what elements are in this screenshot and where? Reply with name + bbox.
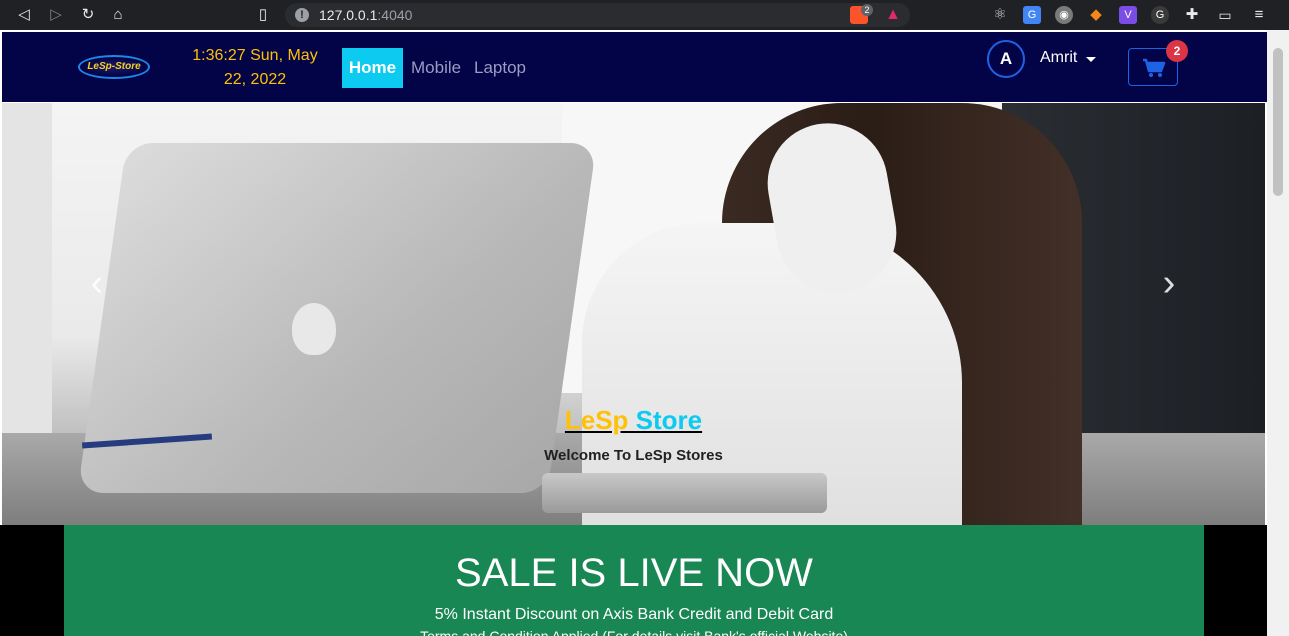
nav-laptop-link[interactable]: Laptop [474,48,526,88]
menu-icon[interactable]: ≡ [1250,6,1268,24]
cart-count-badge: 2 [1166,40,1188,62]
extension-face-icon[interactable]: ◉ [1055,6,1073,24]
sale-banner: SALE IS LIVE NOW 5% Instant Discount on … [64,525,1204,636]
scrollbar-thumb[interactable] [1273,48,1283,196]
url-text: 127.0.0.1:4040 [319,7,412,23]
rewards-icon[interactable]: ▲ [884,6,902,24]
grammar-icon[interactable]: G [1151,6,1169,24]
sale-terms-text: Terms and Condition Applied (For details… [420,628,848,636]
wallet-icon[interactable]: ▭ [1216,6,1234,24]
back-icon[interactable]: ◁ [14,5,34,25]
caret-down-icon[interactable] [1086,57,1096,62]
page-viewport: LeSp-Store 1:36:27 Sun, May 22, 2022 Hom… [0,30,1289,636]
carousel-next-icon[interactable]: › [1154,263,1184,303]
user-dropdown-toggle[interactable]: Amrit [1040,49,1077,67]
hero-bg-printer [2,103,52,433]
hero-carousel: ‹ › LeSp Store Welcome To LeSp Stores [2,103,1265,525]
url-host: 127.0.0.1 [319,7,378,23]
clock-date: 22, 2022 [223,71,287,88]
info-icon[interactable]: ! [295,8,309,22]
browser-toolbar: ◁ ▷ ↻ ⌂ ▯ ! 127.0.0.1:4040 2 ▲ ⚛ G ◉ ◆ V… [0,0,1289,30]
forward-icon[interactable]: ▷ [46,5,66,25]
user-avatar[interactable]: A [987,40,1025,78]
site-navbar: LeSp-Store 1:36:27 Sun, May 22, 2022 Hom… [0,32,1267,102]
carousel-prev-icon[interactable]: ‹ [82,263,112,303]
clock-time: 1:36:27 Sun, May [192,47,318,64]
hero-subtitle: Welcome To LeSp Stores [544,447,723,464]
hero-title[interactable]: LeSp Store [2,405,1265,436]
address-bar[interactable]: ! 127.0.0.1:4040 [285,3,910,27]
store-logo[interactable]: LeSp-Store [78,55,150,79]
logo-text: LeSp-Store [87,61,141,72]
sale-heading: SALE IS LIVE NOW [455,551,813,595]
sale-offer-text: 5% Instant Discount on Axis Bank Credit … [434,606,834,623]
reload-icon[interactable]: ↻ [78,5,98,25]
bookmark-icon[interactable]: ▯ [253,5,273,25]
react-devtools-icon[interactable]: ⚛ [991,6,1009,24]
vpn-icon[interactable]: V [1119,6,1137,24]
live-clock: 1:36:27 Sun, May 22, 2022 [180,44,330,92]
nav-home-link[interactable]: Home [342,48,403,88]
shield-count-badge: 2 [861,4,873,16]
hero-title-part2: Store [628,405,703,435]
metamask-icon[interactable]: ◆ [1087,6,1105,24]
hero-title-part1: LeSp [564,405,629,435]
url-port: :4040 [377,7,413,23]
apple-logo-icon [292,303,336,355]
page-scrollbar[interactable] [1267,30,1289,636]
hero-laptop-base [542,473,827,513]
home-icon[interactable]: ⌂ [108,5,128,25]
extensions-puzzle-icon[interactable]: ✚ [1183,6,1201,24]
cart-icon [1143,58,1166,77]
translate-icon[interactable]: G [1023,6,1041,24]
nav-mobile-link[interactable]: Mobile [411,48,461,88]
